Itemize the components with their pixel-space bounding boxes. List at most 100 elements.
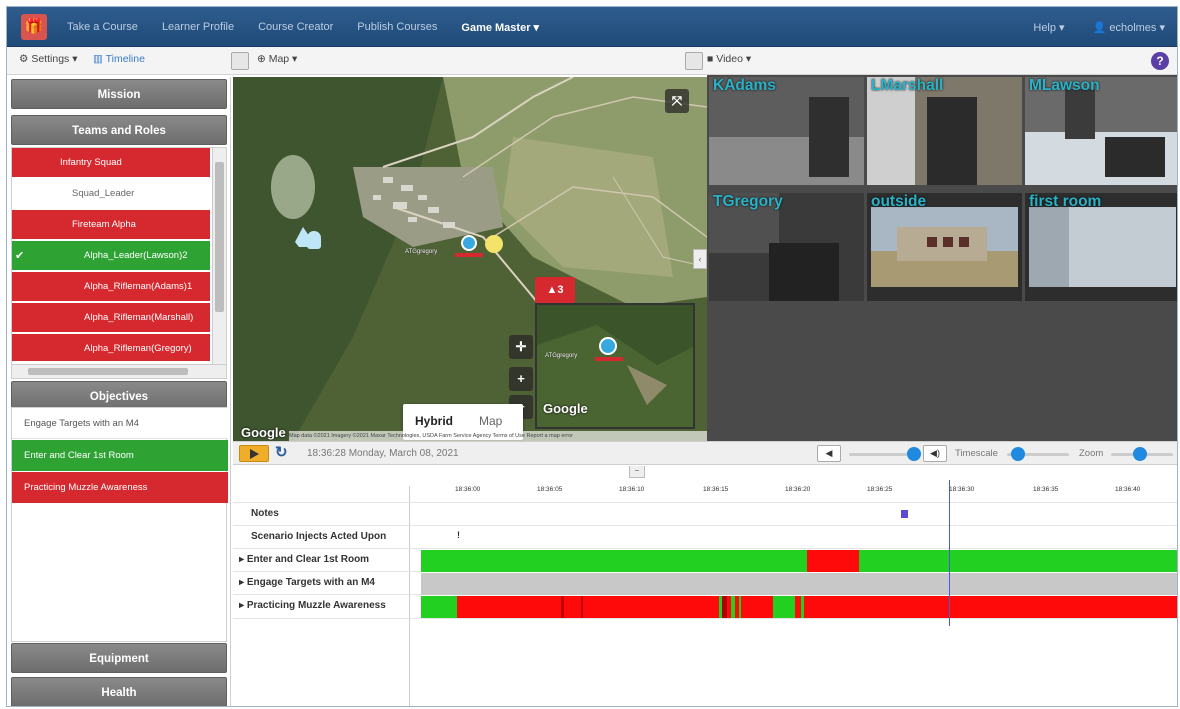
video-feed[interactable]: LMarshall	[867, 77, 1022, 185]
timeline-icon: ▥	[93, 53, 106, 65]
left-panel: Mission Teams and Roles Infantry Squad S…	[9, 77, 231, 706]
video-feed-name: LMarshall	[871, 77, 944, 94]
zoom-slider-knob[interactable]	[1133, 447, 1147, 461]
video-feed-name: first room	[1029, 193, 1102, 210]
nav-game-master[interactable]: Game Master ▾	[461, 21, 539, 34]
fullscreen-icon[interactable]: ⤧	[665, 89, 689, 113]
zoom-label: Zoom	[1079, 448, 1104, 459]
timeline-label-divider	[409, 486, 410, 706]
track-bar	[421, 573, 1177, 595]
volume-down-icon[interactable]: ◀	[817, 445, 841, 462]
video-feed[interactable]: MLawson	[1025, 77, 1177, 185]
collapse-map-arrow-icon[interactable]: ‹	[693, 249, 707, 269]
inset-unit-marker[interactable]	[599, 337, 617, 355]
roles-vertical-scrollbar[interactable]	[212, 148, 226, 364]
role-item[interactable]: Alpha_Rifleman(Adams)1	[12, 272, 210, 302]
mission-header[interactable]: Mission	[11, 79, 227, 109]
video-feed-name: KAdams	[713, 77, 776, 94]
video-feed-name: outside	[871, 193, 927, 210]
playback-datetime: 18:36:28 Monday, March 08, 2021	[307, 448, 459, 459]
track-engage-targets[interactable]	[421, 573, 1177, 595]
row-separator	[233, 618, 1177, 619]
nav-learner-profile[interactable]: Learner Profile	[162, 21, 234, 33]
video-feed[interactable]: TGregory	[709, 193, 864, 301]
timeline-row-label[interactable]: ▸ Engage Targets with an M4	[239, 577, 407, 588]
unit-marker-bar	[455, 253, 483, 257]
track-bar	[421, 550, 1177, 572]
objective-item[interactable]: Engage Targets with an M4	[12, 408, 228, 439]
map-panel-toggle[interactable]	[231, 52, 249, 70]
video-feed[interactable]: outside	[867, 193, 1022, 301]
settings-label: Settings ▾	[31, 53, 78, 65]
roles-horizontal-scrollbar[interactable]	[12, 364, 226, 378]
volume-up-icon[interactable]: ◀)	[923, 445, 947, 462]
scrollbar-thumb[interactable]	[215, 162, 224, 312]
time-tick-label: 18:36:10	[619, 486, 645, 493]
health-header[interactable]: Health	[11, 677, 227, 706]
video-grid: KAdams LMarshall MLawson TGregory outsid…	[707, 75, 1177, 441]
time-tick-label: 18:36:30	[949, 486, 975, 493]
note-marker[interactable]	[901, 510, 908, 518]
timeline-row-label: Scenario Injects Acted Upon	[251, 531, 387, 542]
objective-marker-icon[interactable]	[485, 235, 503, 253]
role-item[interactable]: Alpha_Rifleman(Gregory)	[12, 334, 210, 362]
marker-label: ATGgregory	[405, 249, 438, 255]
volume-slider-knob[interactable]	[907, 447, 921, 461]
role-item[interactable]: Alpha_Rifleman(Marshall)	[12, 303, 210, 333]
objectives-list: Engage Targets with an M4 Enter and Clea…	[11, 407, 228, 642]
role-item[interactable]: Fireteam Alpha	[12, 210, 210, 240]
help-icon[interactable]: ?	[1151, 52, 1169, 70]
refresh-icon[interactable]: ↻	[275, 443, 288, 461]
role-item[interactable]: Squad_Leader	[12, 179, 210, 209]
unit-marker[interactable]	[461, 235, 477, 251]
inset-map[interactable]: ATGgregory Google	[535, 303, 695, 429]
settings-menu[interactable]: ⚙ Settings ▾	[19, 53, 77, 65]
play-icon[interactable]	[239, 445, 269, 462]
locate-icon[interactable]: ✛	[509, 335, 533, 359]
map-attribution: Map data ©2021 Imagery ©2021 Maxar Techn…	[289, 431, 707, 441]
video-feed[interactable]: first room	[1025, 193, 1177, 301]
user-icon: 👤	[1092, 21, 1110, 34]
map-type-hybrid[interactable]: Hybrid	[415, 414, 453, 428]
nav-course-creator[interactable]: Course Creator	[258, 21, 333, 33]
roles-tree: Infantry Squad Squad_Leader Fireteam Alp…	[11, 147, 227, 379]
toolbar: ⚙ Settings ▾ ▥ Timeline ⊕ Map ▾ ■ Video …	[7, 47, 1177, 75]
nav-menu: Take a Course Learner Profile Course Cre…	[67, 7, 563, 47]
video-menu[interactable]: ■ Video ▾	[707, 53, 751, 65]
video-feed[interactable]: KAdams	[709, 77, 864, 185]
timeline-row-label[interactable]: ▸ Practicing Muzzle Awareness	[239, 600, 407, 611]
waypoint-marker-icon[interactable]	[307, 231, 321, 249]
scrollbar-thumb[interactable]	[28, 368, 188, 375]
video-camera-icon: ■	[707, 53, 717, 65]
video-feed-name: TGregory	[713, 193, 783, 210]
timeline-row-label: Notes	[251, 508, 279, 519]
nav-user-menu[interactable]: 👤 echolmes ▾	[1093, 21, 1165, 34]
nav-help[interactable]: Help ▾	[1033, 21, 1064, 34]
gift-logo-icon[interactable]: 🎁	[21, 14, 47, 40]
timeline-playhead[interactable]	[949, 480, 950, 626]
map-type-map[interactable]: Map	[479, 414, 502, 428]
nav-publish-courses[interactable]: Publish Courses	[357, 21, 437, 33]
timeline-toggle[interactable]: ▥ Timeline	[93, 53, 145, 65]
time-tick-label: 18:36:05	[537, 486, 563, 493]
track-enter-and-clear[interactable]	[421, 550, 1177, 572]
objective-item[interactable]: Practicing Muzzle Awareness	[12, 472, 228, 503]
zoom-in-icon[interactable]: +	[509, 367, 533, 391]
objective-item[interactable]: Enter and Clear 1st Room	[12, 440, 228, 471]
timeline-row-label[interactable]: ▸ Enter and Clear 1st Room	[239, 554, 407, 565]
role-item[interactable]: Infantry Squad	[12, 148, 210, 178]
inject-marker[interactable]: !	[457, 530, 460, 540]
alert-badge[interactable]: ▲3	[535, 277, 575, 303]
teams-and-roles-header[interactable]: Teams and Roles	[11, 115, 227, 145]
map-view[interactable]: ⤧ ATGgregory ▲3 ATGgregory Google ✛ + − …	[233, 77, 707, 441]
timescale-slider-knob[interactable]	[1011, 447, 1025, 461]
collapse-timeline-icon[interactable]: −	[629, 466, 645, 478]
track-muzzle-awareness[interactable]	[421, 596, 1177, 618]
map-menu[interactable]: ⊕ Map ▾	[257, 53, 297, 65]
row-separator	[233, 525, 1177, 526]
nav-take-a-course[interactable]: Take a Course	[67, 21, 138, 33]
inset-unit-marker-bar	[595, 357, 623, 361]
video-panel-toggle[interactable]	[685, 52, 703, 70]
equipment-header[interactable]: Equipment	[11, 643, 227, 673]
role-item[interactable]: ✔ Alpha_Leader(Lawson)2	[12, 241, 210, 271]
